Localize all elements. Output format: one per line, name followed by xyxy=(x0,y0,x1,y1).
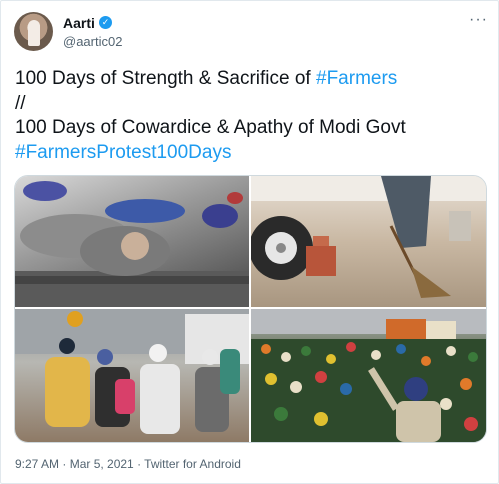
hashtag-farmers[interactable]: #Farmers xyxy=(316,68,397,89)
tweet-line-4: #FarmersProtest100Days xyxy=(15,141,485,166)
tweet-line-3: 100 Days of Cowardice & Apathy of Modi G… xyxy=(15,117,406,138)
tweet-line-1-text: 100 Days of Strength & Sacrifice of xyxy=(15,68,316,89)
photo-grid xyxy=(14,175,487,443)
photo-3-farmers-group[interactable] xyxy=(15,309,249,442)
photo-4-protest-crowd[interactable] xyxy=(251,309,486,442)
tweet-text: 100 Days of Strength & Sacrifice of #Far… xyxy=(15,67,485,165)
photo-1-resting-farmers[interactable] xyxy=(15,176,249,307)
tweet-timestamp[interactable]: 9:27 AM · Mar 5, 2021 · Twitter for Andr… xyxy=(15,457,241,471)
tweet-line-2: // xyxy=(15,92,26,114)
hashtag-farmersprotest100days[interactable]: #FarmersProtest100Days xyxy=(15,142,231,163)
author-handle[interactable]: @aartic02 xyxy=(63,34,122,49)
avatar[interactable] xyxy=(14,12,53,51)
tweet-card: Aarti ✓ @aartic02 ··· 100 Days of Streng… xyxy=(0,0,499,484)
more-options-icon[interactable]: ··· xyxy=(469,11,488,29)
tweet-line-1: 100 Days of Strength & Sacrifice of #Far… xyxy=(15,67,485,92)
verified-badge-icon: ✓ xyxy=(99,16,112,29)
photo-2-tractor-sweeping[interactable] xyxy=(251,176,486,307)
author-name[interactable]: Aarti xyxy=(63,15,95,31)
